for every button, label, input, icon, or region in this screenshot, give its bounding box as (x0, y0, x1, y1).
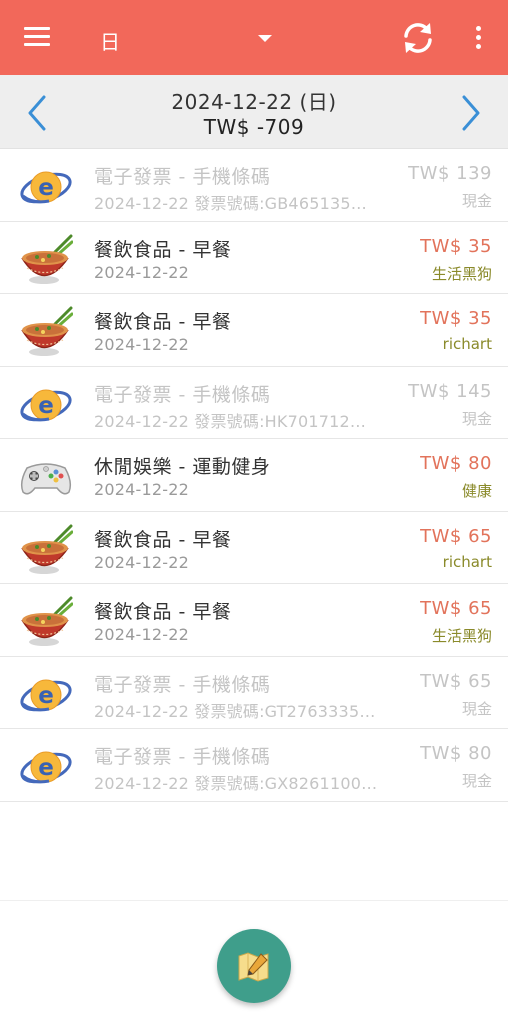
e-invoice-icon: e (19, 160, 73, 212)
transaction-row[interactable]: e 電子發票 - 手機條碼 2024-12-22 發票號碼:GX8261100… T… (0, 729, 508, 802)
transaction-row[interactable]: 餐飲食品 - 早餐 2024-12-22 TW$ 65 生活黑狗 (0, 584, 508, 657)
transaction-row[interactable]: 休閒娛樂 - 運動健身 2024-12-22 TW$ 80 健康 (0, 439, 508, 512)
transaction-category: 電子發票 - 手機條碼 (94, 383, 271, 406)
transaction-detail: 2024-12-22 (94, 552, 189, 572)
transaction-category: 電子發票 - 手機條碼 (94, 673, 271, 696)
transaction-amount: TW$ 65 (420, 598, 492, 619)
transaction-detail: 2024-12-22 (94, 625, 189, 644)
transaction-amount: TW$ 80 (420, 743, 492, 764)
transaction-amount: TW$ 145 (408, 380, 492, 402)
transaction-detail: 2024-12-22 發票號碼:GT2763335… (94, 701, 376, 721)
map-pencil-icon (238, 952, 269, 982)
transaction-account: 現金 (461, 772, 492, 790)
transaction-amount: TW$ 35 (420, 235, 492, 257)
game-controller-icon (19, 450, 73, 502)
transaction-account: 現金 (461, 192, 492, 210)
transaction-category: 餐飲食品 - 早餐 (94, 238, 232, 261)
noodle-bowl-icon (19, 233, 74, 285)
divider (0, 900, 508, 901)
transaction-row[interactable]: e 電子發票 - 手機條碼 2024-12-22 發票號碼:GT2763335… T… (0, 656, 508, 729)
day-total: TW$ -709 (203, 115, 305, 139)
transaction-amount: TW$ 65 (420, 525, 492, 547)
e-invoice-icon: e (19, 668, 73, 720)
more-options-icon[interactable] (470, 24, 486, 52)
caret-down-icon (258, 35, 272, 42)
transaction-amount: TW$ 80 (420, 453, 492, 474)
transaction-category: 電子發票 - 手機條碼 (94, 746, 271, 768)
transaction-row[interactable]: e 電子發票 - 手機條碼 2024-12-22 發票號碼:HK701712… TW… (0, 366, 508, 439)
transaction-detail: 2024-12-22 (94, 335, 189, 354)
transaction-detail: 2024-12-22 發票號碼:GX8261100… (94, 774, 378, 793)
date-bar: 2024-12-22 (日) TW$ -709 (0, 75, 508, 149)
transaction-amount: TW$ 35 (420, 308, 492, 329)
transaction-list: e 電子發票 - 手機條碼 2024-12-22 發票號碼:GB465135… TW… (0, 149, 508, 802)
e-invoice-icon: e (19, 740, 73, 792)
transaction-detail: 2024-12-22 (94, 480, 189, 499)
transaction-amount: TW$ 65 (420, 670, 492, 692)
app-bar: 日 (0, 0, 508, 75)
transaction-row[interactable]: 餐飲食品 - 早餐 2024-12-22 TW$ 65 richart (0, 511, 508, 584)
transaction-detail: 2024-12-22 (94, 262, 189, 282)
current-date: 2024-12-22 (日) (171, 90, 337, 114)
transaction-row[interactable]: e 電子發票 - 手機條碼 2024-12-22 發票號碼:GB465135… TW… (0, 149, 508, 222)
transaction-account: 現金 (461, 409, 492, 428)
transaction-category: 餐飲食品 - 早餐 (94, 601, 232, 623)
transaction-category: 餐飲食品 - 早餐 (94, 528, 232, 551)
period-label: 日 (100, 30, 120, 54)
next-day-chevron-icon[interactable] (456, 93, 486, 133)
noodle-bowl-icon (19, 595, 74, 647)
sync-icon[interactable] (400, 20, 436, 56)
period-dropdown[interactable]: 日 (96, 20, 286, 56)
transaction-detail: 2024-12-22 發票號碼:HK701712… (94, 411, 367, 431)
transaction-category: 電子發票 - 手機條碼 (94, 166, 271, 188)
noodle-bowl-icon (19, 523, 74, 575)
map-fab-button[interactable] (217, 929, 291, 1003)
e-invoice-icon: e (19, 378, 73, 430)
noodle-bowl-icon (19, 305, 74, 357)
transaction-account: richart (442, 552, 492, 571)
transaction-account: 生活黑狗 (431, 627, 492, 645)
menu-icon[interactable] (24, 26, 50, 48)
transaction-category: 休閒娛樂 - 運動健身 (94, 456, 271, 478)
transaction-account: 健康 (461, 482, 492, 500)
transaction-detail: 2024-12-22 發票號碼:GB465135… (94, 194, 367, 213)
svg-text:e: e (38, 393, 54, 419)
transaction-row[interactable]: 餐飲食品 - 早餐 2024-12-22 TW$ 35 生活黑狗 (0, 221, 508, 294)
transaction-account: 生活黑狗 (431, 264, 492, 283)
svg-text:e: e (38, 683, 54, 709)
transaction-amount: TW$ 139 (408, 163, 492, 184)
svg-text:e: e (38, 175, 54, 201)
transaction-row[interactable]: 餐飲食品 - 早餐 2024-12-22 TW$ 35 richart (0, 294, 508, 367)
transaction-category: 餐飲食品 - 早餐 (94, 311, 232, 333)
transaction-account: 現金 (461, 699, 492, 718)
transaction-account: richart (442, 335, 492, 353)
svg-text:e: e (38, 755, 54, 781)
